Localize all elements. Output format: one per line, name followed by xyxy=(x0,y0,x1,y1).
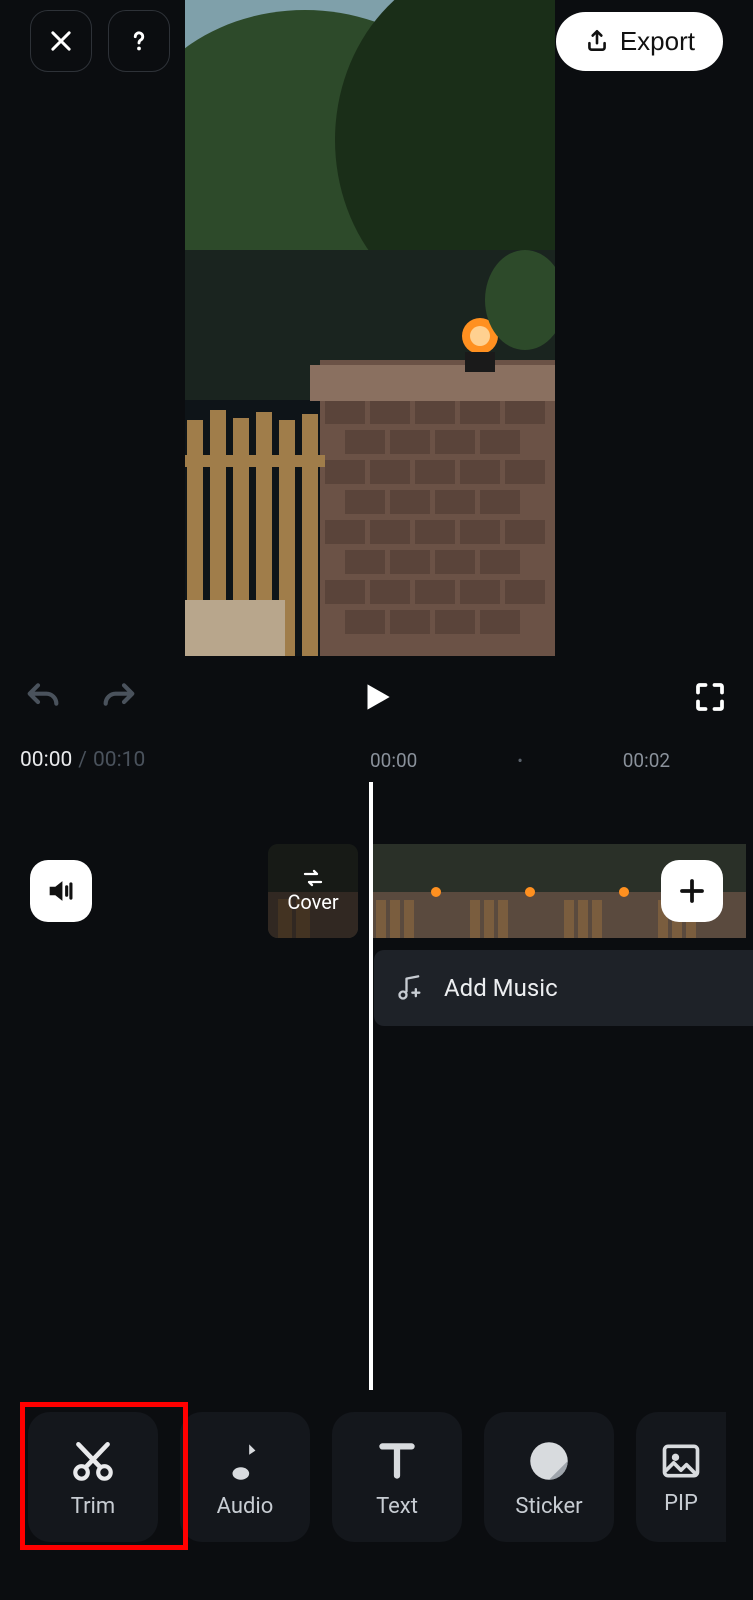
add-music-label: Add Music xyxy=(444,974,558,1002)
plus-icon xyxy=(677,876,707,906)
image-icon xyxy=(659,1439,703,1483)
undo-icon xyxy=(23,679,63,715)
tool-label: Audio xyxy=(217,1494,274,1519)
mute-button[interactable] xyxy=(30,860,92,922)
speaker-icon xyxy=(44,874,78,908)
cover-label: Cover xyxy=(287,890,338,914)
playhead[interactable] xyxy=(369,782,373,1390)
undo-button[interactable] xyxy=(20,674,66,720)
time-current: 00:00 xyxy=(20,748,72,772)
fullscreen-icon xyxy=(692,679,728,715)
music-note-icon xyxy=(220,1436,270,1486)
timeline-ruler: 00:00 • 00:02 • xyxy=(370,749,753,772)
tool-label: Text xyxy=(376,1494,418,1519)
tool-label: PIP xyxy=(664,1491,698,1516)
bottom-toolbar: Trim Audio Text Sticker PIP xyxy=(28,1412,753,1542)
tool-trim[interactable]: Trim xyxy=(28,1412,158,1542)
add-clip-button[interactable] xyxy=(661,860,723,922)
close-button[interactable] xyxy=(30,10,92,72)
tool-audio[interactable]: Audio xyxy=(180,1412,310,1542)
top-bar: Export xyxy=(0,10,753,72)
tool-sticker[interactable]: Sticker xyxy=(484,1412,614,1542)
scissors-icon xyxy=(68,1436,118,1486)
text-icon xyxy=(372,1436,422,1486)
tool-label: Trim xyxy=(71,1494,115,1519)
time-display: 00:00 / 00:10 00:00 • 00:02 • xyxy=(20,748,753,772)
fullscreen-button[interactable] xyxy=(687,674,733,720)
video-preview[interactable] xyxy=(185,0,555,656)
tick-dot: • xyxy=(517,751,522,770)
preview-placeholder-svg xyxy=(185,0,555,656)
swap-icon xyxy=(301,868,325,888)
help-icon xyxy=(124,26,154,56)
cover-button[interactable]: Cover xyxy=(268,844,358,938)
clip-frame xyxy=(370,844,464,938)
close-icon xyxy=(47,27,75,55)
time-total: 00:10 xyxy=(93,748,145,772)
music-add-icon xyxy=(396,974,424,1002)
redo-button[interactable] xyxy=(96,674,142,720)
time-separator: / xyxy=(78,748,87,772)
export-icon xyxy=(584,28,610,54)
tick-label: 00:00 xyxy=(370,749,417,772)
play-button[interactable] xyxy=(358,678,396,716)
tool-pip[interactable]: PIP xyxy=(636,1412,726,1542)
export-label: Export xyxy=(620,26,695,57)
redo-icon xyxy=(99,679,139,715)
tick-label: 00:02 xyxy=(623,749,670,772)
export-button[interactable]: Export xyxy=(556,12,723,71)
play-icon xyxy=(358,678,396,716)
add-music-button[interactable]: Add Music xyxy=(374,950,753,1026)
clip-frame xyxy=(464,844,558,938)
playback-controls xyxy=(20,672,733,722)
tool-label: Sticker xyxy=(515,1494,582,1519)
timeline: Cover Add Music xyxy=(0,842,753,1402)
help-button[interactable] xyxy=(108,10,170,72)
tool-text[interactable]: Text xyxy=(332,1412,462,1542)
sticker-icon xyxy=(524,1436,574,1486)
clip-frame xyxy=(558,844,652,938)
